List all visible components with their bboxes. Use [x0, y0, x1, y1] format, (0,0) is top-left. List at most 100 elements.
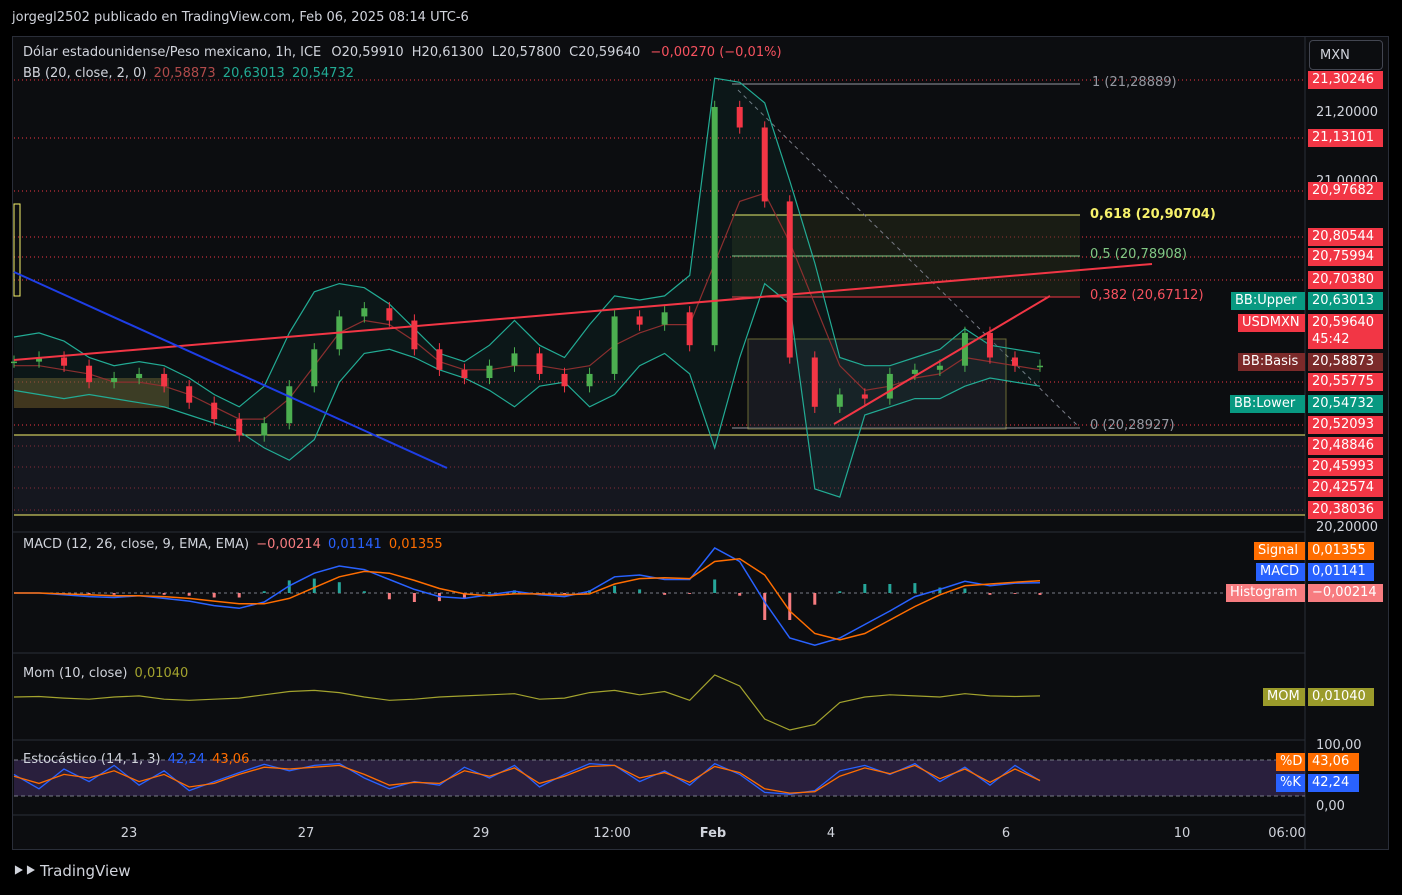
- candle-body: [111, 378, 118, 383]
- tradingview-logo-icon: ⯈⯈: [12, 862, 37, 880]
- bb-basis-value: 20,58873: [1308, 353, 1383, 371]
- macd-legend-signal: 0,01355: [388, 537, 443, 552]
- macd-legend-macd: 0,01141: [328, 537, 382, 552]
- mom-legend-value: 0,01040: [134, 666, 189, 681]
- candle-body: [511, 353, 518, 366]
- candle-body: [986, 332, 993, 358]
- currency-button[interactable]: MXN: [1309, 40, 1383, 70]
- candle-body: [561, 373, 568, 387]
- macd-label: MACD: [1256, 563, 1305, 581]
- candle-body: [261, 423, 268, 436]
- candle-body: [236, 419, 243, 436]
- price-level: 21,13101: [1308, 129, 1383, 147]
- stoch-k-value: 42,24: [1308, 774, 1359, 792]
- stoch-k-label: %K: [1276, 774, 1305, 792]
- macd-legend: MACD (12, 26, close, 9, EMA, EMA) −0,002…: [23, 537, 449, 552]
- candle-body: [961, 332, 968, 366]
- price-level: 20,80544: [1308, 228, 1383, 246]
- time-tick: 6: [1001, 826, 1011, 841]
- tradingview-wordmark: TradingView: [40, 862, 131, 880]
- bb-upper-value: 20,63013: [1308, 292, 1383, 310]
- price-level: 20,75994: [1308, 248, 1383, 266]
- candle-body: [161, 373, 168, 387]
- candle-body: [786, 201, 793, 358]
- candle-body: [586, 373, 593, 387]
- histogram-value: −0,00214: [1308, 584, 1383, 602]
- bar-countdown: 45:42: [1308, 331, 1383, 349]
- histogram-label: Histogram: [1226, 584, 1305, 602]
- symbol-description: Dólar estadounidense/Peso mexicano, 1h, …: [23, 45, 322, 60]
- fib-label-618: 0,618 (20,90704): [1090, 207, 1216, 222]
- mom-legend-name: Mom (10, close): [23, 666, 128, 681]
- last-price: 20,59640: [1308, 314, 1383, 332]
- price-level: 20,45993: [1308, 458, 1383, 476]
- candle-body: [136, 373, 143, 379]
- macd-value: 0,01141: [1308, 563, 1374, 581]
- candle-body: [1011, 357, 1018, 366]
- candle-body: [661, 312, 668, 325]
- time-tick: 27: [297, 826, 315, 841]
- fib-label-5: 0,5 (20,78908): [1090, 247, 1187, 262]
- fib-label-0: 0 (20,28927): [1090, 418, 1175, 433]
- time-tick: 06:00: [1268, 826, 1306, 841]
- price-level: 20,48846: [1308, 437, 1383, 455]
- candle-body: [861, 394, 868, 399]
- candle-body: [836, 394, 843, 407]
- candle-body: [11, 361, 17, 364]
- price-tick: 21,20000: [1316, 105, 1379, 120]
- candle-body: [486, 365, 493, 379]
- candle-body: [1037, 365, 1043, 368]
- candle-body: [886, 373, 893, 399]
- stoch-legend-d: 43,06: [212, 752, 250, 767]
- candle-body: [611, 316, 618, 374]
- bb-legend-lower: 20,54732: [291, 66, 354, 81]
- bb-upper-label: BB:Upper: [1231, 292, 1305, 310]
- bb-legend-basis: 20,58873: [153, 66, 216, 81]
- time-tick: 23: [120, 826, 138, 841]
- ohlc-high: H20,61300: [411, 45, 484, 60]
- price-level: 20,52093: [1308, 416, 1383, 434]
- fib-label-1: 1 (21,28889): [1092, 75, 1177, 90]
- candle-body: [86, 365, 93, 383]
- symbol-label: USDMXN: [1238, 314, 1305, 332]
- candle-body: [811, 357, 818, 407]
- candle-body: [186, 386, 193, 403]
- candle-body: [461, 369, 468, 379]
- mom-label: MOM: [1263, 688, 1305, 706]
- price-level: 20,38036: [1308, 501, 1383, 519]
- candle-body: [936, 365, 943, 370]
- bb-lower-label: BB:Lower: [1230, 395, 1305, 413]
- candle-body: [386, 308, 393, 321]
- bb-lower-value: 20,54732: [1308, 395, 1383, 413]
- price-level: 20,70380: [1308, 271, 1383, 289]
- ohlc-close: C20,59640: [569, 45, 641, 60]
- time-tick: Feb: [699, 826, 727, 841]
- candle-body: [761, 127, 768, 202]
- range-box-left: [13, 203, 21, 297]
- candle-body: [536, 353, 543, 374]
- time-tick: 4: [826, 826, 836, 841]
- main-legend: Dólar estadounidense/Peso mexicano, 1h, …: [23, 45, 788, 60]
- signal-value: 0,01355: [1308, 542, 1374, 560]
- stoch-tick-0: 0,00: [1316, 799, 1345, 814]
- candle-body: [411, 320, 418, 350]
- price-level: 20,55775: [1308, 373, 1383, 391]
- candle-body: [686, 312, 693, 346]
- stoch-legend-k: 42,24: [167, 752, 205, 767]
- candle-body: [736, 106, 743, 128]
- stoch-legend: Estocástico (14, 1, 3) 42,24 43,06: [23, 752, 255, 767]
- candle-body: [636, 316, 643, 325]
- candle-body: [911, 369, 918, 374]
- bb-legend: BB (20, close, 2, 0) 20,58873 20,63013 2…: [23, 66, 360, 81]
- ohlc-low: L20,57800: [491, 45, 562, 60]
- momentum-line: [13, 674, 1041, 731]
- ohlc-change: −0,00270 (−0,01%): [650, 45, 782, 60]
- candle-body: [436, 349, 443, 370]
- candle-body: [711, 106, 718, 346]
- candle-body: [211, 402, 218, 420]
- bb-legend-name: BB (20, close, 2, 0): [23, 66, 147, 81]
- stoch-legend-name: Estocástico (14, 1, 3): [23, 752, 161, 767]
- tradingview-logo: ⯈⯈ TradingView: [12, 862, 131, 880]
- price-tick: 20,20000: [1316, 520, 1379, 535]
- fib-label-382: 0,382 (20,67112): [1090, 288, 1204, 303]
